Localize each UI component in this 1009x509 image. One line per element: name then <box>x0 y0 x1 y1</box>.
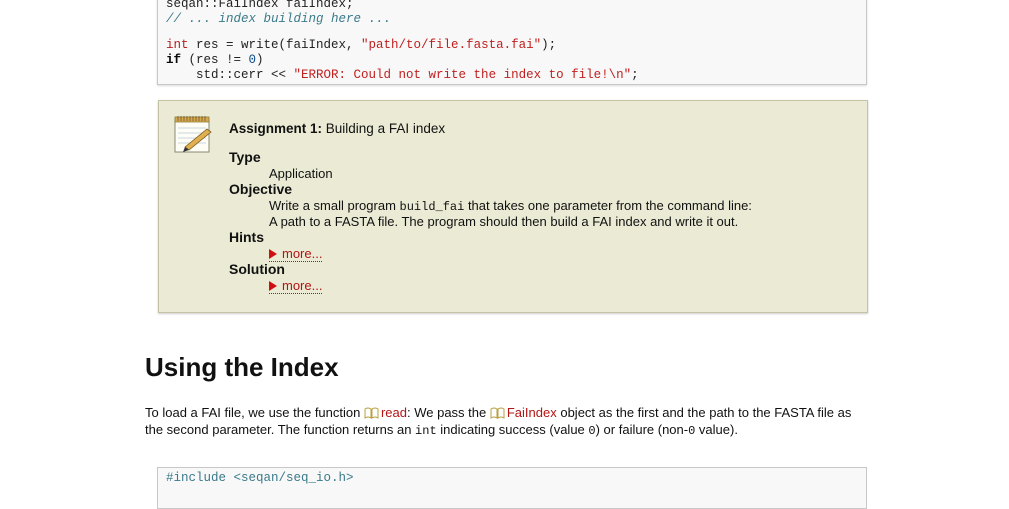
type-value: Application <box>269 166 333 181</box>
section-paragraph: To load a FAI file, we use the function … <box>145 405 852 438</box>
faiindex-link[interactable]: FaiIndex <box>507 405 557 420</box>
code-block-bottom: #include <seqan/seq_io.h> <box>157 467 867 509</box>
code-line-5: std::cerr << "ERROR: Could not write the… <box>166 68 639 82</box>
notepad-icon <box>174 116 212 153</box>
read-link[interactable]: read <box>381 405 407 420</box>
objective-text-line2: A path to a FASTA file. The program shou… <box>269 214 739 229</box>
solution-term: Solution <box>229 261 285 277</box>
objective-text: Write a small program build_fai that tak… <box>269 198 752 214</box>
code-block-top: seqan::FaiIndex faiIndex; // ... index b… <box>157 0 867 85</box>
code-comment: // ... index building here ... <box>166 12 392 26</box>
hints-term: Hints <box>229 229 264 245</box>
section-heading: Using the Index <box>145 352 339 382</box>
code-include-line: #include <seqan/seq_io.h> <box>166 471 354 485</box>
assignment-title: Assignment 1: Building a FAI index <box>229 121 446 136</box>
objective-term: Objective <box>229 181 293 197</box>
solution-more-link[interactable]: more... <box>269 279 323 294</box>
code-line-3: int res = write(faiIndex, "path/to/file.… <box>166 38 557 52</box>
type-term: Type <box>229 149 261 165</box>
hints-more-link[interactable]: more... <box>269 247 323 262</box>
code-line-4: if (res != 0) <box>166 53 264 67</box>
book-icon <box>490 407 505 419</box>
code-line-1: seqan::FaiIndex faiIndex; <box>166 0 354 11</box>
assignment-box: Assignment 1: Building a FAI index Type … <box>158 100 868 313</box>
expand-triangle-icon <box>269 281 277 291</box>
expand-triangle-icon <box>269 249 277 259</box>
book-icon <box>364 407 379 419</box>
